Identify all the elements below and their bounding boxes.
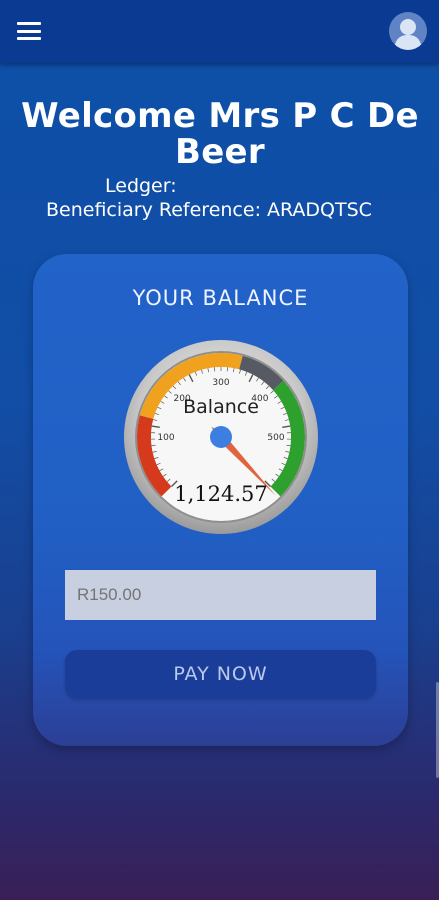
balance-gauge: 100200300400500 Balance 1,124.57	[124, 340, 318, 534]
gauge-tick	[286, 444, 291, 447]
welcome-title: Welcome Mrs P C De Beer	[21, 96, 419, 172]
gauge-tick-label-300: 300	[212, 378, 229, 388]
balance-title: YOUR BALANCE	[132, 286, 309, 310]
ledger-label: Ledger:	[105, 175, 177, 197]
balance-card: YOUR BALANCE 100 200 300 400 500 Balance 1,1…	[33, 254, 408, 746]
gauge-label: Balance	[183, 396, 259, 418]
hamburger-menu-icon[interactable]	[14, 18, 44, 44]
gauge-tick-label-500: 500	[267, 433, 284, 443]
pay-now-button[interactable]: PAY NOW	[65, 650, 376, 698]
gauge-tick-label-100: 100	[157, 433, 174, 443]
gauge-tick	[151, 444, 156, 447]
user-avatar-icon[interactable]	[389, 12, 427, 50]
payment-amount-input[interactable]	[65, 570, 376, 620]
beneficiary-reference: Beneficiary Reference: ARADQTSC	[46, 199, 372, 221]
gauge-value: 1,124.57	[174, 482, 268, 506]
app-header	[0, 0, 439, 63]
gauge-hub	[210, 426, 232, 448]
